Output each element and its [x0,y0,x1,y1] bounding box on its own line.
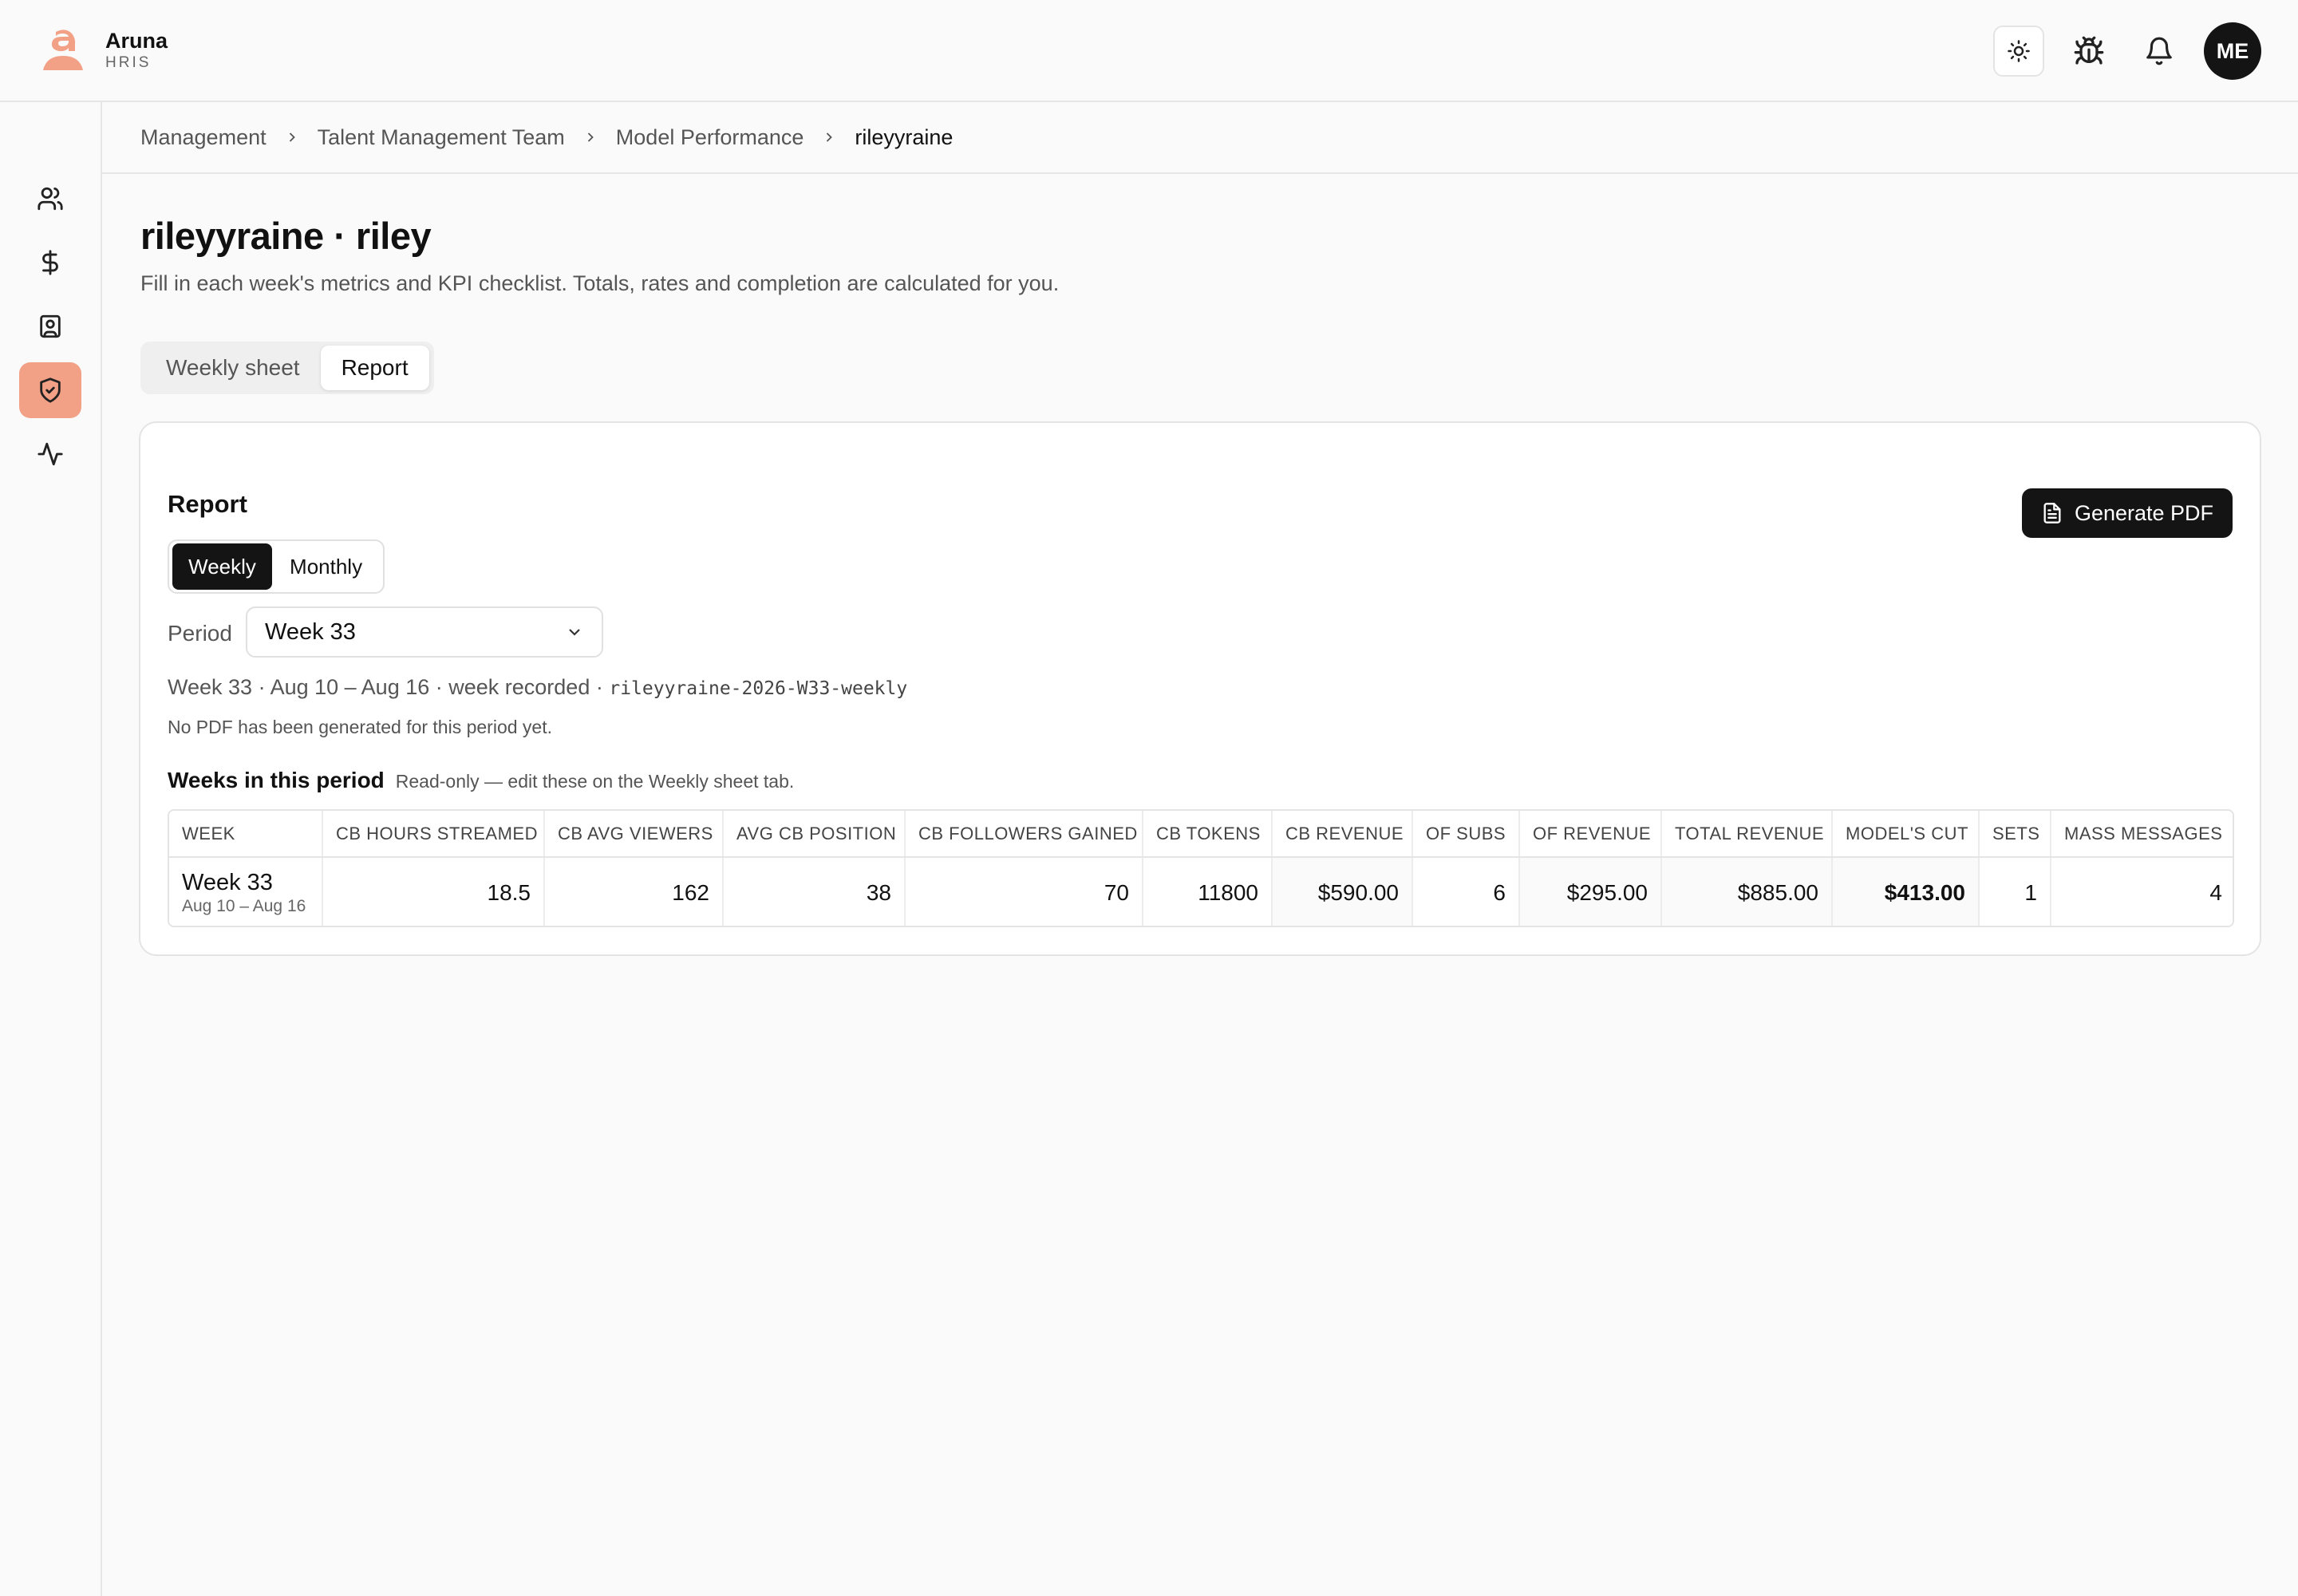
table-header-row: Week CB Hours Streamed CB Avg Viewers Av… [169,811,2233,858]
sidebar-item-activity[interactable] [19,426,81,482]
view-tabs: Weekly sheet Report [140,342,434,394]
cell-sets: 1 [1979,857,2051,926]
breadcrumb: Management Talent Management Team Model … [102,102,2298,174]
generate-pdf-label: Generate PDF [2074,500,2214,525]
weeks-table: Week CB Hours Streamed CB Avg Viewers Av… [168,809,2234,927]
cell-cb-followers-gained: 70 [905,857,1143,926]
sidebar-item-people[interactable] [19,171,81,227]
cell-cb-revenue: $590.00 [1272,857,1413,926]
col-week: Week [169,811,323,858]
cell-of-revenue: $295.00 [1519,857,1662,926]
week-cell: Week 33 Aug 10 – Aug 16 [169,857,323,926]
brand-name: Aruna [105,29,168,53]
col-mass-messages: Mass Messages [2051,811,2233,858]
col-sets: Sets [1979,811,2051,858]
chevron-right-icon [284,129,300,145]
report-mode-toggle: Weekly Monthly [168,539,385,594]
cell-cb-hours-streamed: 18.5 [322,857,545,926]
period-code: rileyyraine-2026-W33-weekly [609,678,908,699]
chevron-right-icon [821,129,837,145]
top-bar: Aruna HRIS ME [0,0,2298,102]
period-info: Week 33 · Aug 10 – Aug 16 · week recorde… [168,675,907,700]
sidebar-item-directory[interactable] [19,298,81,354]
period-label: Period [168,621,232,646]
no-pdf-notice: No PDF has been generated for this perio… [168,717,553,737]
tab-weekly-sheet[interactable]: Weekly sheet [145,346,321,390]
period-summary: Week 33 · Aug 10 – Aug 16 · week recorde… [168,675,610,699]
col-of-subs: OF Subs [1412,811,1520,858]
table-row: Week 33 Aug 10 – Aug 16 18.5 162 38 70 1… [169,857,2233,926]
col-models-cut: Model's Cut [1832,811,1980,858]
cell-of-subs: 6 [1412,857,1520,926]
brand[interactable]: Aruna HRIS [38,27,168,72]
file-text-icon [2043,503,2061,523]
report-bug-button[interactable] [2063,26,2114,77]
cell-mass-messages: 4 [2051,857,2233,926]
activity-icon [38,442,63,466]
col-avg-cb-position: Avg CB Position [723,811,906,858]
col-cb-avg-viewers: CB Avg Viewers [544,811,724,858]
period-select-value: Week 33 [265,618,356,645]
period-select[interactable]: Week 33 [246,606,603,658]
notifications-button[interactable] [2134,26,2185,77]
brand-subtitle: HRIS [105,54,152,71]
breadcrumb-current: rileyyraine [855,124,954,149]
weeks-title: Weeks in this period [168,768,385,792]
theme-toggle-button[interactable] [1993,26,2044,77]
users-icon [38,187,63,211]
dollar-icon [42,250,58,275]
weeks-note: Read-only — edit these on the Weekly she… [395,771,795,792]
report-title: Report [168,490,247,518]
cell-models-cut: $413.00 [1832,857,1980,926]
sidebar-item-management[interactable] [19,362,81,418]
breadcrumb-team[interactable]: Talent Management Team [318,125,565,150]
cell-total-revenue: $885.00 [1661,857,1833,926]
weeks-heading: Weeks in this period Read-only — edit the… [168,768,794,793]
week-name: Week 33 [182,869,273,895]
col-cb-hours-streamed: CB Hours Streamed [322,811,545,858]
chevron-right-icon [582,129,598,145]
generate-pdf-button[interactable]: Generate PDF [2022,488,2233,538]
sun-icon [2008,40,2030,62]
page-title: rileyyraine · riley [140,215,432,257]
user-avatar[interactable]: ME [2204,22,2261,80]
cell-cb-avg-viewers: 162 [544,857,724,926]
breadcrumb-model-performance[interactable]: Model Performance [616,125,804,150]
col-of-revenue: OF Revenue [1519,811,1662,858]
shield-check-icon [40,377,61,403]
sidebar [0,102,102,1596]
sidebar-item-payroll[interactable] [19,235,81,290]
breadcrumb-management[interactable]: Management [140,125,267,150]
week-range: Aug 10 – Aug 16 [182,896,306,915]
mode-monthly-button[interactable]: Monthly [272,543,380,590]
report-card: Report Generate PDF Weekly Monthly Perio… [139,421,2261,956]
tab-report[interactable]: Report [320,346,429,390]
cell-cb-tokens: 11800 [1143,857,1273,926]
cell-avg-cb-position: 38 [723,857,906,926]
page-description: Fill in each week's metrics and KPI chec… [140,271,1060,295]
col-total-revenue: Total Revenue [1661,811,1833,858]
bell-icon [2146,37,2172,65]
col-cb-followers-gained: CB Followers Gained [905,811,1143,858]
col-cb-tokens: CB Tokens [1143,811,1273,858]
aruna-logo-icon [43,30,83,70]
chevron-down-icon [569,629,580,636]
contact-card-icon [40,314,61,338]
col-cb-revenue: CB Revenue [1272,811,1413,858]
mode-weekly-button[interactable]: Weekly [172,543,273,590]
bug-icon [2074,36,2104,65]
